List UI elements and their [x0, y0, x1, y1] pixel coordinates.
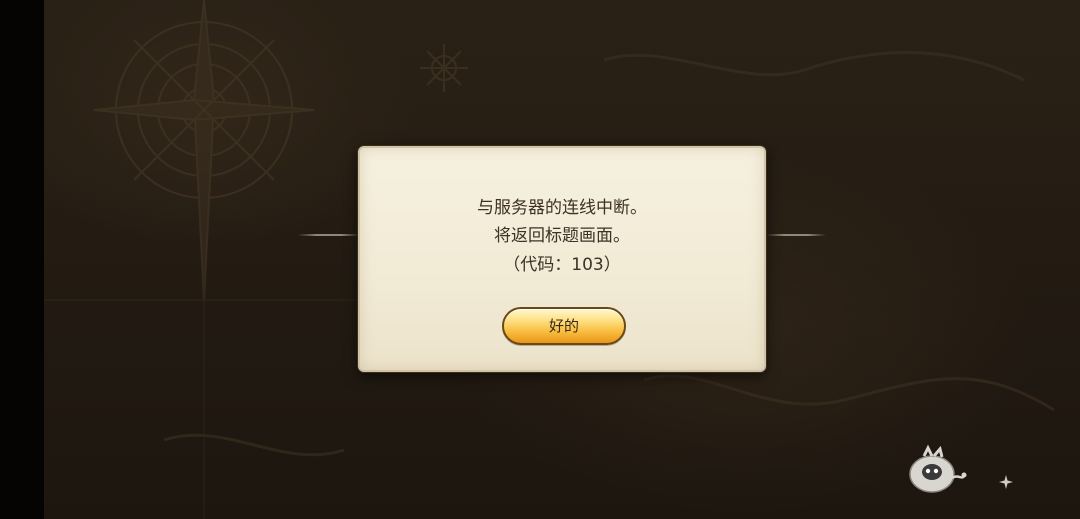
disconnect-dialog: 与服务器的连线中断。 将返回标题画面。 （代码：103） 好的 — [358, 146, 766, 372]
mascot-icon — [909, 444, 967, 493]
divider-line-left — [298, 234, 360, 236]
left-letterbox — [0, 0, 44, 519]
game-screen: 与服务器的连线中断。 将返回标题画面。 （代码：103） 好的 — [0, 0, 1080, 519]
dialog-message-line-1: 与服务器的连线中断。 — [477, 198, 647, 218]
dialog-message-line-2: 将返回标题画面。 — [494, 226, 630, 246]
meridian-line — [44, 200, 364, 519]
ok-button-label: 好的 — [548, 317, 579, 335]
sparkle-icon — [999, 475, 1013, 489]
ok-button[interactable]: 好的 — [502, 307, 626, 345]
sun-icon — [420, 44, 468, 92]
divider-line-right — [766, 234, 826, 236]
error-code-text: （代码：103） — [503, 255, 621, 275]
